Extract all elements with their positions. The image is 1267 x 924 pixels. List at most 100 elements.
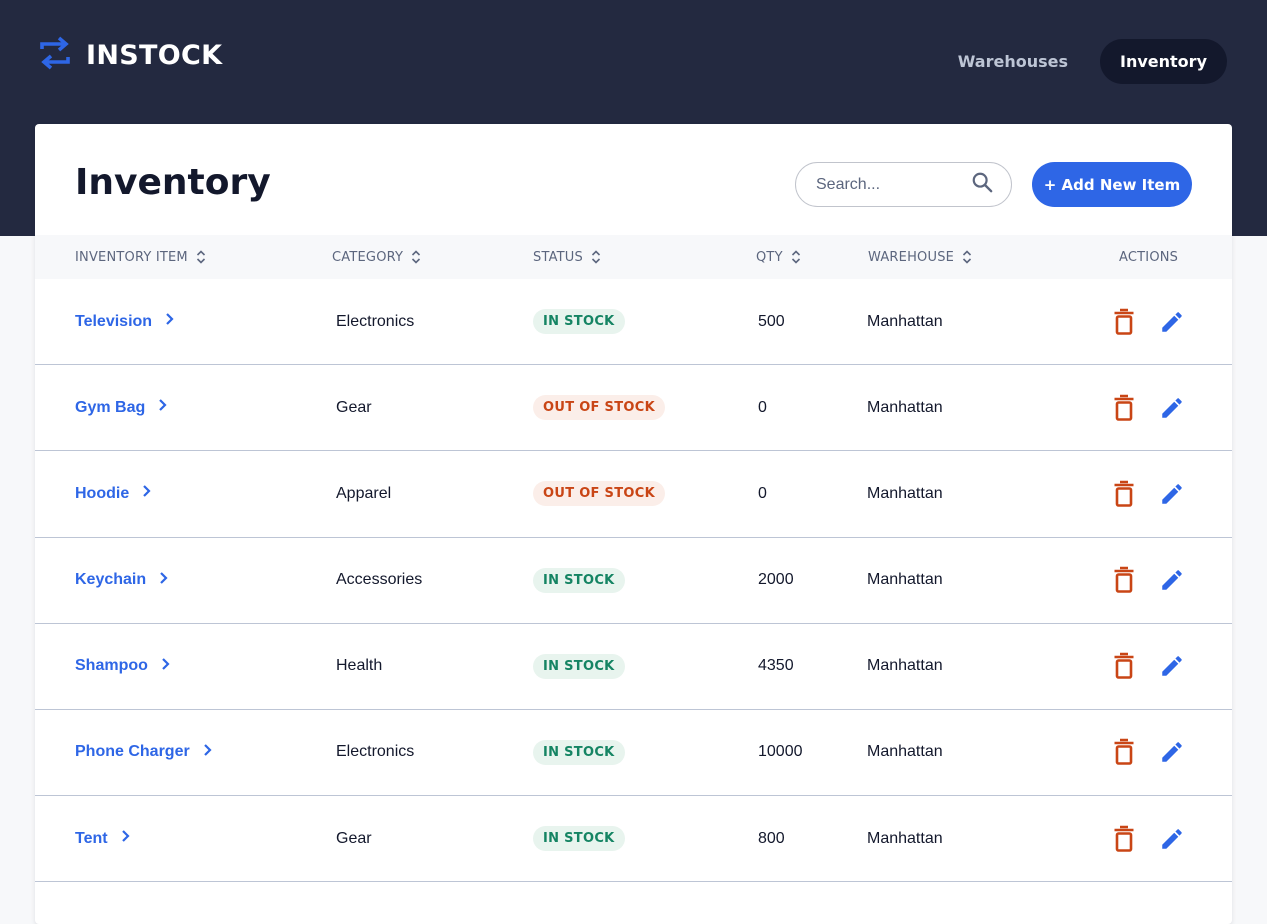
- item-qty: 500: [758, 312, 785, 330]
- row-actions: [1113, 624, 1185, 709]
- status-cell: IN STOCK: [533, 279, 625, 364]
- nav-warehouses[interactable]: Warehouses: [938, 39, 1088, 84]
- item-warehouse: Manhattan: [867, 657, 943, 675]
- sort-icon[interactable]: [791, 249, 801, 265]
- item-name: Shampoo: [75, 657, 148, 675]
- item-link[interactable]: Keychain: [75, 538, 170, 623]
- item-warehouse: Manhattan: [867, 398, 943, 416]
- table-row: Shampoo Health IN STOCK 4350 Manhattan: [35, 624, 1232, 710]
- item-link[interactable]: Gym Bag: [75, 365, 169, 450]
- item-warehouse: Manhattan: [867, 571, 943, 589]
- item-category: Electronics: [336, 743, 415, 761]
- sort-icon[interactable]: [962, 249, 972, 265]
- item-name: Keychain: [75, 571, 147, 589]
- trash-icon[interactable]: [1113, 394, 1135, 422]
- item-qty: 0: [758, 484, 767, 502]
- status-cell: IN STOCK: [533, 710, 625, 795]
- column-label: CATEGORY: [332, 249, 404, 265]
- table-row: Gym Bag Gear OUT OF STOCK 0 Manhattan: [35, 365, 1232, 452]
- item-link[interactable]: Tent: [75, 796, 132, 881]
- pencil-icon[interactable]: [1159, 309, 1185, 335]
- status-badge: IN STOCK: [533, 653, 625, 679]
- row-actions: [1113, 365, 1185, 450]
- item-category: Accessories: [336, 571, 423, 589]
- nav-inventory[interactable]: Inventory: [1100, 39, 1227, 84]
- chevron-right-icon: [157, 398, 169, 417]
- table-row: Hoodie Apparel OUT OF STOCK 0 Manhattan: [35, 451, 1232, 538]
- status-badge: OUT OF STOCK: [533, 481, 665, 507]
- column-header-item: INVENTORY ITEM: [75, 235, 206, 279]
- brand-logo[interactable]: INSTOCK: [38, 36, 222, 75]
- inventory-list: Television Electronics IN STOCK 500 Manh…: [35, 279, 1232, 883]
- chevron-right-icon: [141, 484, 153, 503]
- column-label: STATUS: [533, 249, 583, 265]
- item-link[interactable]: Television: [75, 279, 176, 364]
- pencil-icon[interactable]: [1159, 739, 1185, 765]
- trash-icon[interactable]: [1113, 566, 1135, 594]
- sort-icon[interactable]: [591, 249, 601, 265]
- item-warehouse: Manhattan: [867, 743, 943, 761]
- item-link[interactable]: Shampoo: [75, 624, 172, 709]
- item-name: Tent: [75, 829, 108, 847]
- item-warehouse: Manhattan: [867, 312, 943, 330]
- column-header-status: STATUS: [533, 235, 601, 279]
- row-actions: [1113, 538, 1185, 623]
- search-input[interactable]: [816, 175, 971, 194]
- item-name: Television: [75, 312, 153, 330]
- brand-name: INSTOCK: [86, 40, 223, 71]
- trash-icon[interactable]: [1113, 825, 1135, 853]
- status-cell: IN STOCK: [533, 796, 625, 881]
- item-category: Electronics: [336, 312, 415, 330]
- pencil-icon[interactable]: [1159, 826, 1185, 852]
- status-badge: IN STOCK: [533, 567, 625, 593]
- column-label: INVENTORY ITEM: [75, 249, 188, 265]
- status-badge: IN STOCK: [533, 826, 625, 852]
- status-badge: IN STOCK: [533, 739, 625, 765]
- page-title: Inventory: [75, 162, 271, 203]
- trash-icon[interactable]: [1113, 480, 1135, 508]
- chevron-right-icon: [158, 571, 170, 590]
- search-box[interactable]: [795, 162, 1012, 207]
- item-category: Gear: [336, 829, 372, 847]
- pencil-icon[interactable]: [1159, 481, 1185, 507]
- add-new-item-button[interactable]: + Add New Item: [1032, 162, 1192, 207]
- trash-icon[interactable]: [1113, 652, 1135, 680]
- trash-icon[interactable]: [1113, 738, 1135, 766]
- pencil-icon[interactable]: [1159, 653, 1185, 679]
- status-cell: OUT OF STOCK: [533, 451, 665, 536]
- status-badge: OUT OF STOCK: [533, 395, 665, 421]
- sort-icon[interactable]: [411, 249, 421, 265]
- table-row: Television Electronics IN STOCK 500 Manh…: [35, 279, 1232, 366]
- column-header-actions: ACTIONS: [1119, 235, 1178, 279]
- status-cell: OUT OF STOCK: [533, 365, 665, 450]
- status-badge: IN STOCK: [533, 309, 625, 334]
- row-actions: [1113, 710, 1185, 795]
- table-header: INVENTORY ITEM CATEGORY STATUS QTY WAREH…: [35, 235, 1232, 279]
- column-label: QTY: [756, 249, 783, 265]
- chevron-right-icon: [164, 312, 176, 331]
- item-qty: 800: [758, 829, 785, 847]
- item-qty: 2000: [758, 571, 794, 589]
- item-category: Gear: [336, 398, 372, 416]
- column-header-category: CATEGORY: [332, 235, 421, 279]
- chevron-right-icon: [160, 657, 172, 676]
- chevron-right-icon: [202, 743, 214, 762]
- trash-icon[interactable]: [1113, 308, 1135, 336]
- table-row: Tent Gear IN STOCK 800 Manhattan: [35, 796, 1232, 883]
- status-cell: IN STOCK: [533, 538, 625, 623]
- row-actions: [1113, 451, 1185, 536]
- item-name: Gym Bag: [75, 398, 146, 416]
- column-label: ACTIONS: [1119, 249, 1179, 265]
- chevron-right-icon: [120, 829, 132, 848]
- pencil-icon[interactable]: [1159, 395, 1185, 421]
- item-name: Phone Charger: [75, 743, 190, 761]
- search-icon[interactable]: [971, 171, 993, 198]
- sort-icon[interactable]: [196, 249, 206, 265]
- item-link[interactable]: Phone Charger: [75, 710, 214, 795]
- item-warehouse: Manhattan: [867, 484, 943, 502]
- item-category: Apparel: [336, 484, 392, 502]
- status-cell: IN STOCK: [533, 624, 625, 709]
- row-actions: [1113, 796, 1185, 881]
- pencil-icon[interactable]: [1159, 567, 1185, 593]
- item-link[interactable]: Hoodie: [75, 451, 153, 536]
